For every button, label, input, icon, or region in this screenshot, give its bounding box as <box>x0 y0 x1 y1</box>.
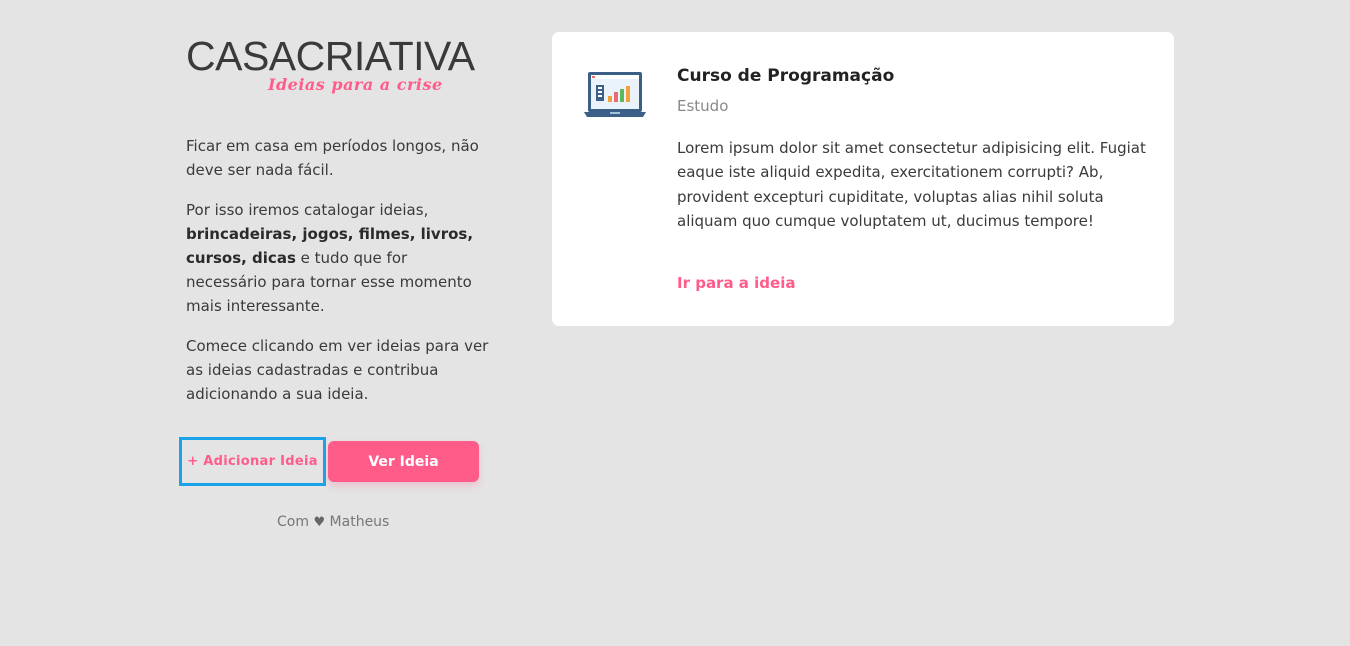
idea-description: Lorem ipsum dolor sit amet consectetur a… <box>677 139 1146 231</box>
footer-author: Matheus <box>329 514 390 530</box>
intro-paragraph-1: Ficar em casa em períodos longos, não de… <box>186 137 479 179</box>
idea-link[interactable]: Ir para a ideia <box>677 274 795 292</box>
idea-card: Curso de Programação Estudo Lorem ipsum … <box>552 32 1174 326</box>
intro-paragraph-3: Comece clicando em ver ideias para ver a… <box>186 337 489 403</box>
intro-p2-before: Por isso iremos catalogar ideias, <box>186 201 429 219</box>
logo-tagline: Ideias para a crise <box>268 75 443 94</box>
intro-text: Ficar em casa em períodos longos, não de… <box>186 134 491 406</box>
intro-paragraph-2: Por isso iremos catalogar ideias, brinca… <box>186 198 491 318</box>
add-idea-button[interactable]: + Adicionar Ideia <box>179 437 326 486</box>
laptop-chart-icon <box>584 72 646 117</box>
logo-wordmark: CASACRIATIVA <box>186 33 486 79</box>
idea-title: Curso de Programação <box>677 66 895 86</box>
view-ideas-button[interactable]: Ver Ideia <box>328 441 479 482</box>
footer-prefix: Com <box>277 514 309 530</box>
idea-category: Estudo <box>677 97 729 115</box>
logo: CASACRIATIVA Ideias para a crise <box>186 36 486 98</box>
left-column: CASACRIATIVA Ideias para a crise Ficar e… <box>186 36 496 422</box>
heart-icon: ♥ <box>313 515 326 530</box>
page: CASACRIATIVA Ideias para a crise Ficar e… <box>0 0 1350 646</box>
logo-casa: CASA <box>186 33 296 79</box>
footer-credit: Com ♥ Matheus <box>277 514 389 530</box>
logo-criativa: CRIATIVA <box>295 33 476 79</box>
